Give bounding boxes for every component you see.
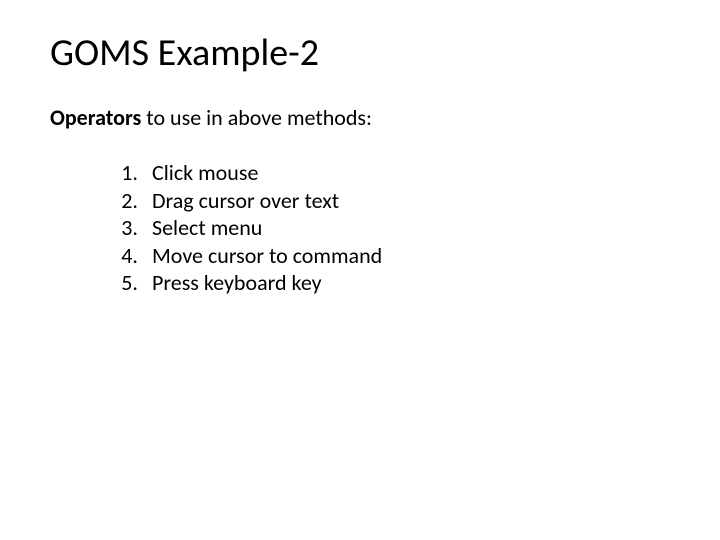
list-text: Move cursor to command	[152, 242, 670, 270]
operators-list: 1. Click mouse 2. Drag cursor over text …	[50, 159, 670, 297]
list-number: 5.	[112, 269, 152, 297]
list-item: 2. Drag cursor over text	[112, 187, 670, 215]
subtitle-rest: to use in above methods:	[141, 104, 372, 131]
slide-subtitle: Operators to use in above methods:	[50, 104, 670, 131]
subtitle-bold: Operators	[50, 104, 141, 131]
list-text: Click mouse	[152, 159, 670, 187]
list-number: 2.	[112, 187, 152, 215]
slide-title: GOMS Example-2	[50, 30, 670, 76]
list-number: 1.	[112, 159, 152, 187]
list-number: 4.	[112, 242, 152, 270]
list-text: Select menu	[152, 214, 670, 242]
list-text: Press keyboard key	[152, 269, 670, 297]
list-item: 4. Move cursor to command	[112, 242, 670, 270]
list-item: 5. Press keyboard key	[112, 269, 670, 297]
list-item: 3. Select menu	[112, 214, 670, 242]
list-number: 3.	[112, 214, 152, 242]
list-item: 1. Click mouse	[112, 159, 670, 187]
list-text: Drag cursor over text	[152, 187, 670, 215]
